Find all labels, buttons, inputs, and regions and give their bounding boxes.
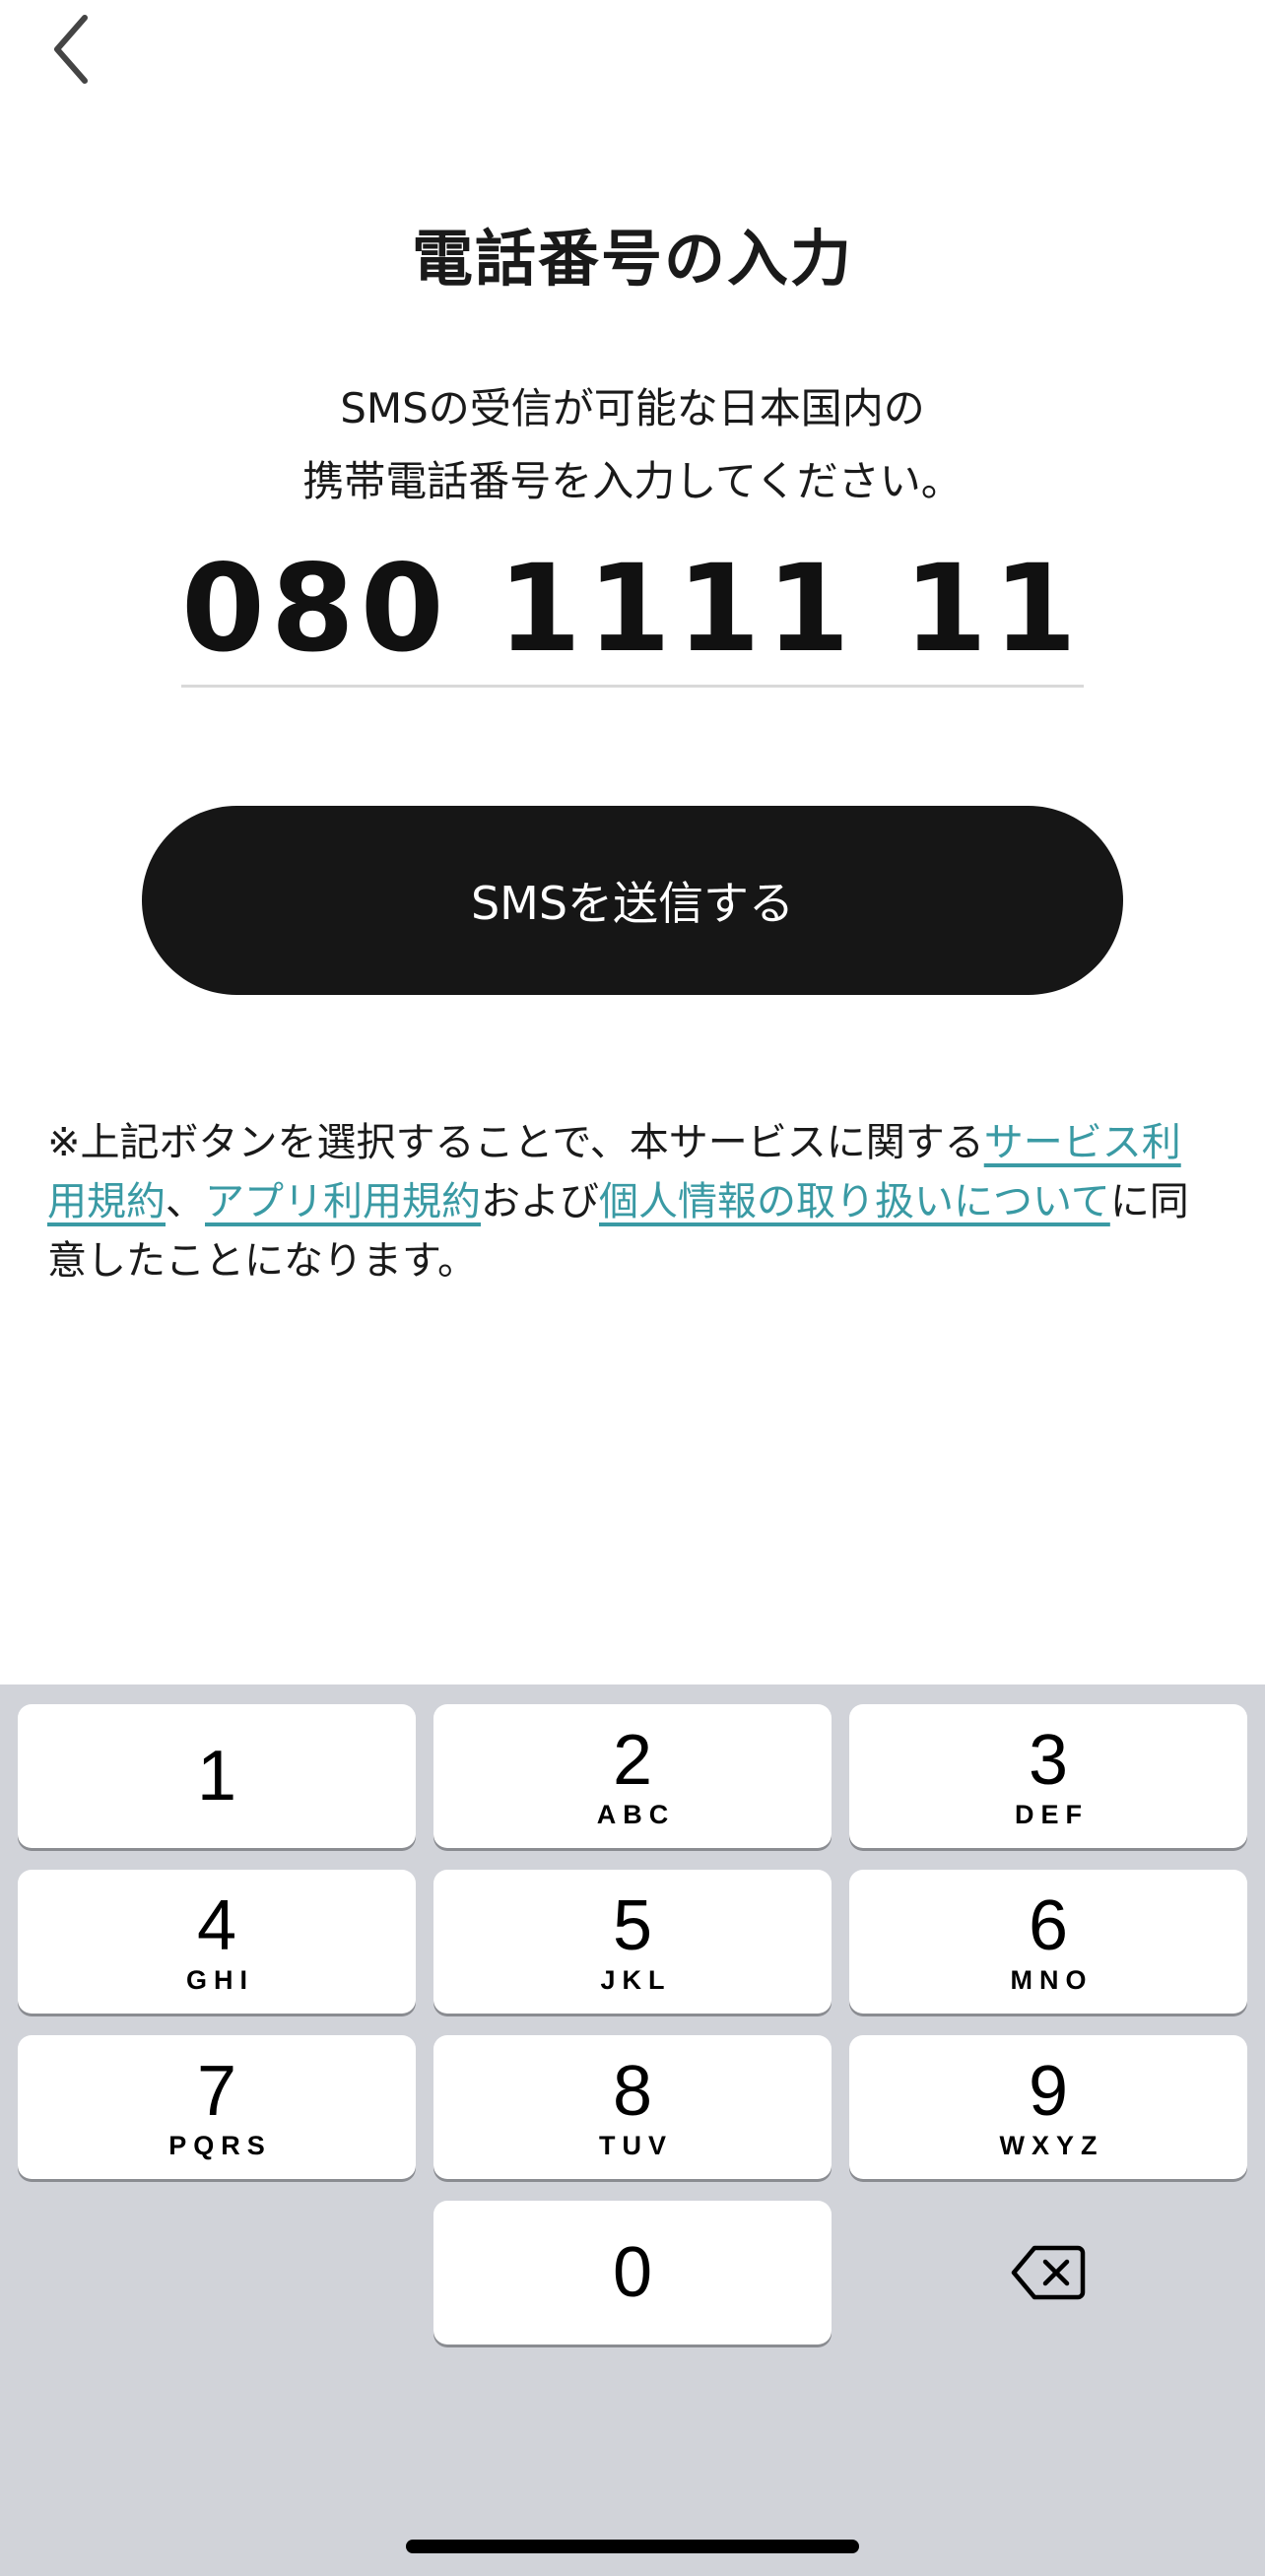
key-digit: 6 <box>1028 1885 1069 1965</box>
key-digit: 0 <box>612 2233 653 2312</box>
terms-notice: ※上記ボタンを選択することで、本サービスに関するサービス利用規約、アプリ利用規約… <box>47 1113 1190 1290</box>
app-terms-link[interactable]: アプリ利用規約 <box>205 1179 481 1224</box>
key-9[interactable]: 9 WXYZ <box>849 2035 1247 2179</box>
key-4[interactable]: 4 GHI <box>18 1870 416 2014</box>
key-digit: 3 <box>1028 1720 1069 1800</box>
key-letters: TUV <box>599 2130 673 2160</box>
key-5[interactable]: 5 JKL <box>433 1870 832 2014</box>
description-text: SMSの受信が可能な日本国内の 携帯電話番号を入力してください。 <box>0 372 1265 518</box>
key-letters: DEF <box>1015 1799 1089 1829</box>
key-2[interactable]: 2 ABC <box>433 1704 832 1848</box>
key-7[interactable]: 7 PQRS <box>18 2035 416 2179</box>
description-line-1: SMSの受信が可能な日本国内の <box>340 384 925 432</box>
key-letters: GHI <box>185 1964 254 1995</box>
backspace-icon <box>1011 2245 1086 2300</box>
notice-prefix: ※上記ボタンを選択することで、本サービスに関する <box>47 1120 984 1165</box>
key-letters: PQRS <box>168 2130 272 2160</box>
phone-input-container <box>181 540 1084 688</box>
key-1[interactable]: 1 <box>18 1704 416 1848</box>
key-letters: JKL <box>600 1964 672 1995</box>
key-letters: MNO <box>1010 1964 1094 1995</box>
key-6[interactable]: 6 MNO <box>849 1870 1247 2014</box>
key-digit: 1 <box>196 1737 237 1816</box>
privacy-policy-link[interactable]: 個人情報の取り扱いについて <box>599 1179 1110 1224</box>
description-line-2: 携帯電話番号を入力してください。 <box>302 457 963 505</box>
chevron-left-icon <box>54 15 88 84</box>
send-sms-button[interactable]: SMSを送信する <box>142 806 1123 995</box>
back-button[interactable] <box>47 10 126 89</box>
phone-number-entry-screen: 電話番号の入力 SMSの受信が可能な日本国内の 携帯電話番号を入力してください。… <box>0 0 1265 2576</box>
key-digit: 9 <box>1028 2051 1069 2131</box>
notice-separator-2: および <box>481 1179 599 1224</box>
key-digit: 4 <box>196 1885 237 1965</box>
key-8[interactable]: 8 TUV <box>433 2035 832 2179</box>
notice-separator-1: 、 <box>166 1179 205 1224</box>
key-digit: 5 <box>612 1885 653 1965</box>
key-letters: ABC <box>596 1799 676 1829</box>
key-0[interactable]: 0 <box>433 2201 832 2345</box>
delete-key[interactable] <box>849 2201 1247 2345</box>
home-indicator[interactable] <box>406 2540 859 2553</box>
numeric-keyboard: 1 2 ABC 3 DEF 4 GHI 5 JKL 6 MNO 7 PQRS 8… <box>0 1684 1265 2576</box>
phone-number-input[interactable] <box>181 540 1084 678</box>
key-digit: 8 <box>612 2051 653 2131</box>
key-letters: WXYZ <box>999 2130 1104 2160</box>
key-digit: 2 <box>612 1720 653 1800</box>
key-digit: 7 <box>196 2051 237 2131</box>
key-3[interactable]: 3 DEF <box>849 1704 1247 1848</box>
page-title: 電話番号の入力 <box>411 223 853 295</box>
